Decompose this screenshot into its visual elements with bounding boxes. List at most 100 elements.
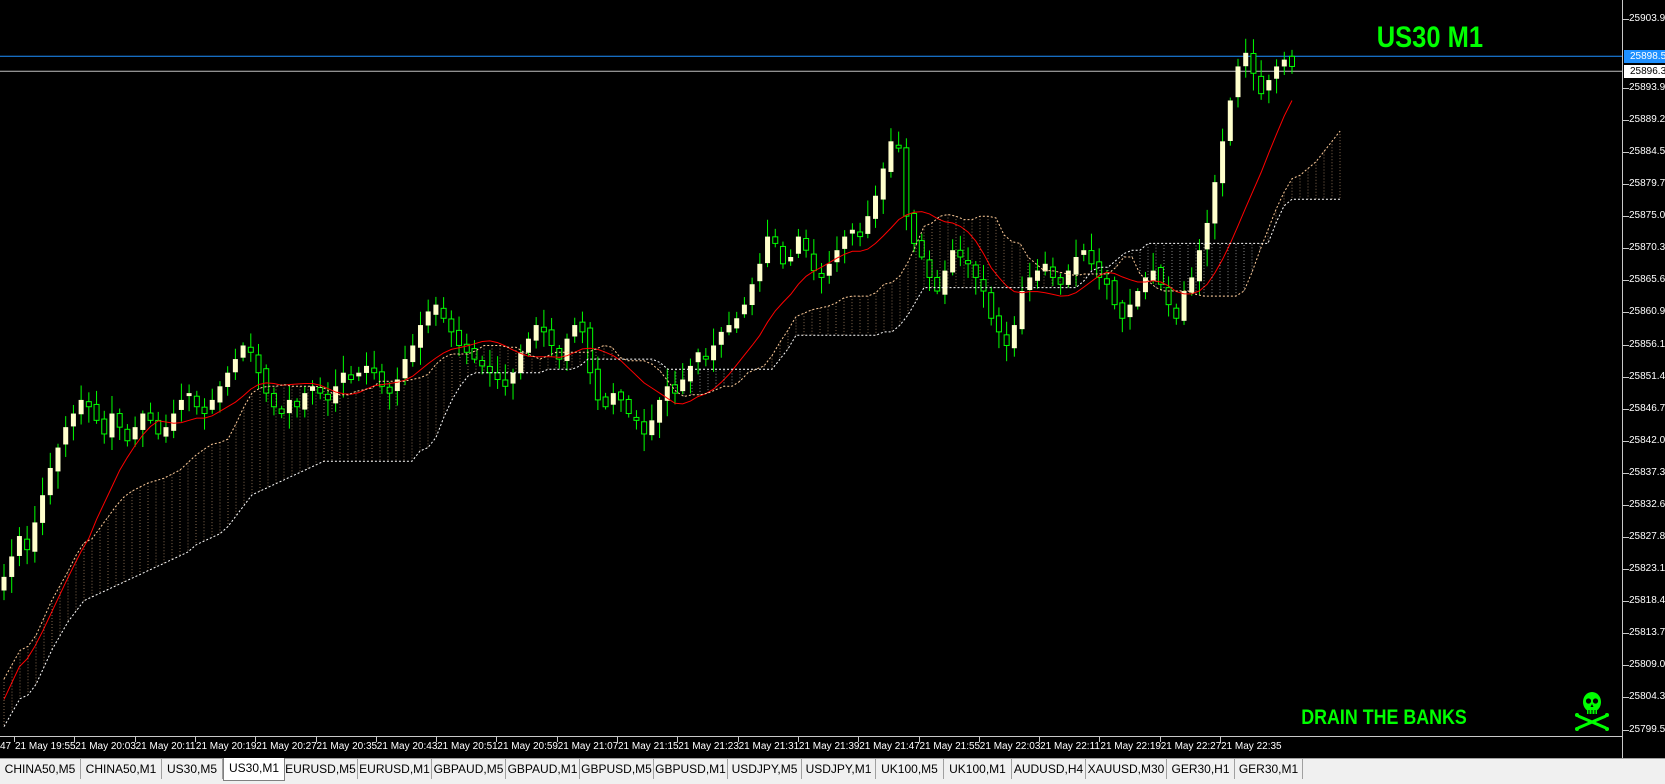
candle-body-bear [857,231,864,238]
chart-tab-audusd-h4[interactable]: AUDUSD,H4 [1012,759,1086,779]
candle-body-bear [317,387,324,394]
candle-body-bull [55,447,61,472]
time-label: 21 May 22:11 [1040,741,1100,752]
chart-tab-usdjpy-m5[interactable]: USDJPY,M5 [728,759,802,779]
chart-tab-gbpusd-m1[interactable]: GBPUSD,M1 [654,759,728,779]
candle-body-bear [818,272,825,278]
candle-body-bull [70,413,76,427]
candle-body-bull [1243,52,1249,67]
candle-body-bull [726,325,732,333]
candle-body-bear [502,379,509,387]
candle-body-bear [24,538,31,551]
chart-tab-china50-m5[interactable]: CHINA50,M5 [0,759,81,779]
price-label: 25865.60 [1629,274,1665,286]
candle-body-bear [440,307,447,319]
candle-body-bear [1173,307,1180,319]
candle-body-bear [618,391,625,401]
candle-body-bear [779,245,786,265]
candle-body-bear [101,418,108,435]
chart-tab-china50-m1[interactable]: CHINA50,M1 [81,759,162,779]
time-label: 21 May 20:19 [195,741,257,752]
time-label: 21 May 21:23 [678,741,739,752]
candle-body-bear [494,372,501,381]
candle-body-bull [1281,59,1287,67]
candle-body-bull [518,352,524,374]
ask-price-marker: 25896.30 [1624,65,1665,79]
chart-tab-usdjpy-m1[interactable]: USDJPY,M1 [802,759,876,779]
time-label: 21 May 21:47 [859,741,920,752]
candle-body-bull [765,236,771,264]
chart-tab-ger30-m1[interactable]: GER30,M1 [1235,759,1303,779]
price-label: 25809.00 [1629,659,1665,671]
candle-body-bear [594,368,601,401]
chart-tab-eurusd-m1[interactable]: EURUSD,M1 [358,759,432,779]
candle-body-bear [602,396,609,408]
candle-body-bear [972,264,979,278]
candle-body-bear [1003,334,1010,346]
time-label: 21 May 20:35 [316,741,378,752]
candle-body-bear [1119,302,1126,319]
candle-body-bull [510,372,516,384]
candle-body-bear [247,346,254,353]
chart-tab-us30-m5[interactable]: US30,M5 [162,759,223,779]
chart-tab-uk100-m5[interactable]: UK100,M5 [876,759,944,779]
time-label: 21 May 22:03 [979,741,1041,752]
chart-tab-uk100-m1[interactable]: UK100,M1 [944,759,1012,779]
candle-body-bull [718,331,724,345]
candle-body-bull [826,263,832,276]
candle-body-bear [895,144,902,149]
candle-body-bear [772,236,779,244]
candle-body-bull [1274,66,1280,79]
candle-body-bull [433,304,439,315]
chart-tab-us30-m1[interactable]: US30,M1 [223,758,285,781]
candle-body-bear [324,393,331,401]
candle-body-bull [232,359,238,373]
candle-body-bull [888,141,894,172]
candle-body-bull [1181,291,1187,321]
bid-price-marker: 25898.50 [1624,50,1665,64]
chart-tab-gbpusd-m5[interactable]: GBPUSD,M5 [580,759,654,779]
chart-tab-gbpaud-m5[interactable]: GBPAUD,M5 [432,759,506,779]
price-label: 25903.90 [1629,13,1665,25]
price-label: 25804.30 [1629,691,1665,703]
candle-body-bull [109,413,115,438]
price-label: 25879.70 [1629,178,1665,190]
chart-tab-gbpaud-m1[interactable]: GBPAUD,M1 [506,759,580,779]
candle-body-bull [1196,250,1202,282]
candle-body-bull [788,257,794,262]
chart-tab-ger30-h1[interactable]: GER30,H1 [1167,759,1235,779]
candle-body-bull [178,399,184,410]
candle-body-bull [1142,277,1148,293]
candle-body-bear [371,367,378,374]
price-label: 25884.50 [1629,145,1665,157]
candle-body-bull [356,372,362,377]
price-label: 25818.40 [1629,595,1665,607]
candle-body-bull [209,399,215,410]
chart-tab-xauusd-m30[interactable]: XAUUSD,M30 [1086,759,1167,779]
price-label: 25799.50 [1629,724,1665,735]
price-axis[interactable]: 25903.90 25893.90 25889.20 25884.50 25879.70… [1622,0,1665,758]
candle-body-bull [171,413,177,431]
candle-body-bull [163,427,169,437]
candle-body-bull [402,359,408,379]
watermark-text: DRAIN THE BANKS [1301,706,1467,729]
candle-body-bear [934,276,941,292]
candle-body-bear [1111,280,1118,306]
time-label: 21 May 21:39 [798,741,860,752]
candle-body-bear [957,249,964,258]
chart-tab-eurusd-m5[interactable]: EURUSD,M5 [284,759,358,779]
price-chart[interactable] [0,0,1622,736]
candle-body-bull [711,345,717,361]
time-axis[interactable]: 47 21 May 19:55 21 May 20:03 21 May 20:11 21… [0,736,1622,759]
candle-body-bear [270,393,277,408]
candle-body-bear [980,279,987,292]
candle-body-bull [1227,100,1233,141]
candle-body-bear [810,253,817,272]
candle-body-bull [417,325,423,348]
candle-body-bull [842,236,848,249]
chart-area[interactable] [0,0,1622,736]
candle-body-bull [410,345,416,363]
candle-body-bear [193,395,200,408]
senkou-span-b [3,198,1340,727]
candle-body-bull [63,427,69,445]
